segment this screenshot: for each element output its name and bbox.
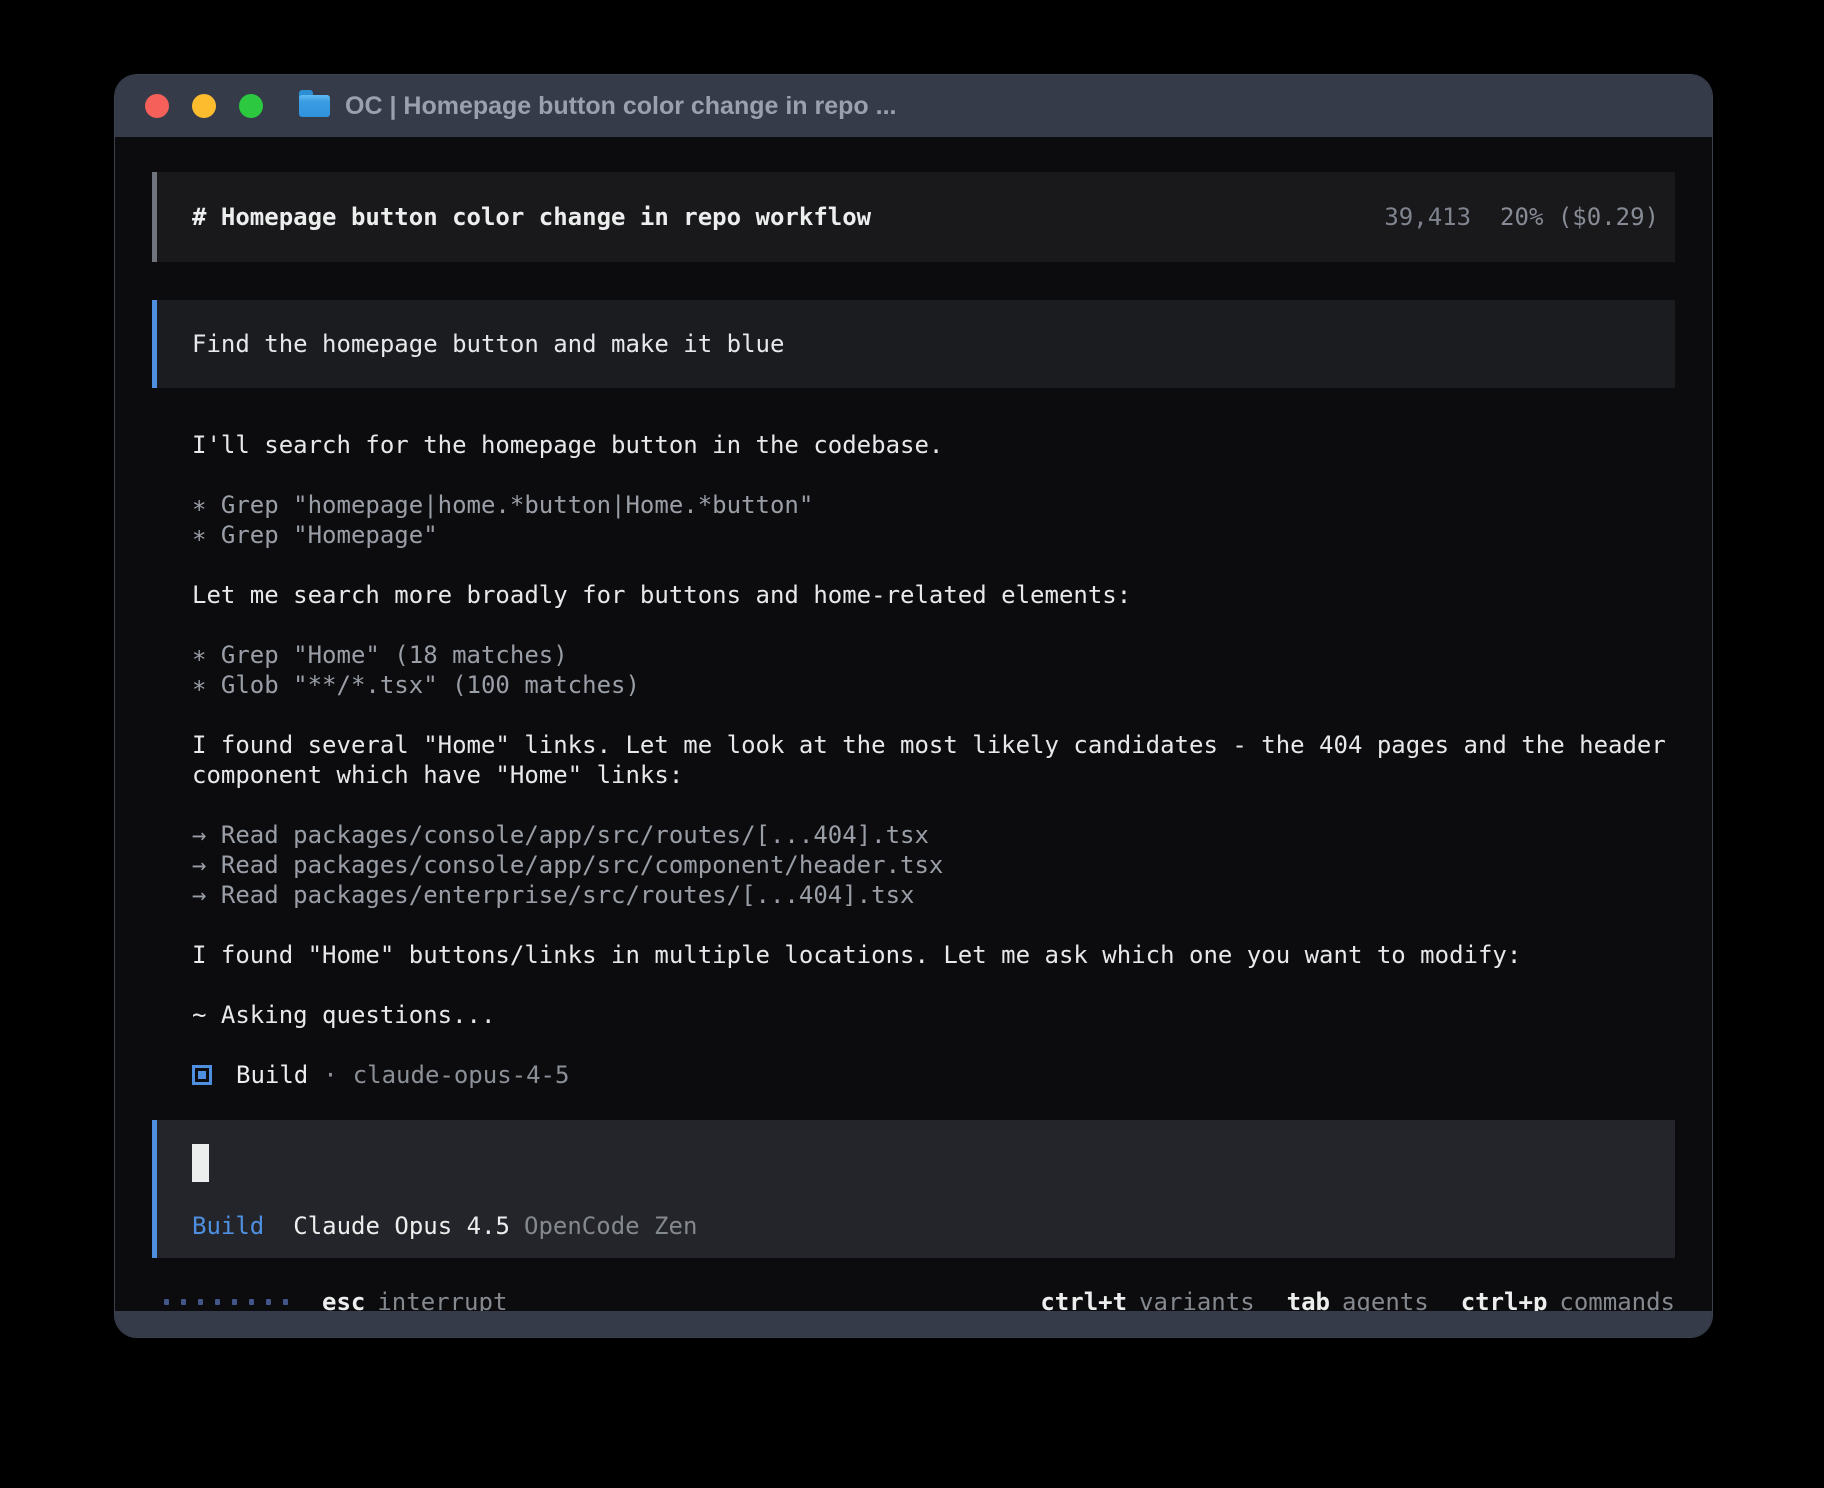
agent-status-line: Build · claude-opus-4-5 [192,1060,1675,1090]
tool-call-line: ∗ Grep "Homepage" [192,520,1675,550]
session-header: # Homepage button color change in repo w… [152,172,1675,262]
tool-call-list: ∗ Grep "Home" (18 matches)∗ Glob "**/*.t… [192,640,1675,700]
prompt-input[interactable]: Build Claude Opus 4.5 OpenCode Zen [152,1120,1675,1258]
session-title: # Homepage button color change in repo w… [192,203,1384,231]
transcript: I'll search for the homepage button in t… [192,430,1675,1060]
traffic-lights [145,94,263,118]
token-count: 39,413 [1384,203,1471,231]
window-bottom-edge [115,1311,1712,1337]
assistant-message: I'll search for the homepage button in t… [192,430,1675,460]
terminal-content: # Homepage button color change in repo w… [115,137,1712,1311]
model-name-label: Claude Opus 4.5 [293,1212,510,1240]
fullscreen-button[interactable] [239,94,263,118]
tool-call-line: ∗ Grep "Home" (18 matches) [192,640,1675,670]
provider-label: OpenCode Zen [524,1212,697,1240]
context-cost: 20% ($0.29) [1500,203,1659,231]
window-title: OC | Homepage button color change in rep… [345,92,896,121]
assistant-message: I found "Home" buttons/links in multiple… [192,940,1675,970]
status-separator: · [323,1061,337,1089]
tool-call-line: ∗ Grep "homepage|home.*button|Home.*butt… [192,490,1675,520]
user-message-text: Find the homepage button and make it blu… [192,330,784,358]
square-in-square-icon [192,1065,212,1085]
terminal-window: OC | Homepage button color change in rep… [115,75,1712,1337]
assistant-message: ~ Asking questions... [192,1000,1675,1030]
tool-call-line: ∗ Glob "**/*.tsx" (100 matches) [192,670,1675,700]
folder-icon [299,95,330,117]
assistant-message: Let me search more broadly for buttons a… [192,580,1675,610]
progress-dots [164,1299,288,1305]
assistant-message: I found several "Home" links. Let me loo… [192,730,1675,790]
text-cursor [192,1144,209,1182]
user-message: Find the homepage button and make it blu… [152,300,1675,388]
tool-call-line: → Read packages/enterprise/src/routes/[.… [192,880,1675,910]
tool-call-line: → Read packages/console/app/src/routes/[… [192,820,1675,850]
agent-mode-label: Build [192,1212,264,1240]
session-stats: 39,413 20% ($0.29) [1384,203,1659,231]
tool-call-line: → Read packages/console/app/src/componen… [192,850,1675,880]
window-titlebar[interactable]: OC | Homepage button color change in rep… [115,75,1712,137]
tool-call-list: ∗ Grep "homepage|home.*button|Home.*butt… [192,490,1675,550]
input-meta-bar: Build Claude Opus 4.5 OpenCode Zen [192,1212,1659,1240]
status-model-label: claude-opus-4-5 [353,1061,570,1089]
close-button[interactable] [145,94,169,118]
status-agent-label: Build [236,1061,308,1089]
minimize-button[interactable] [192,94,216,118]
tool-call-list: → Read packages/console/app/src/routes/[… [192,820,1675,910]
